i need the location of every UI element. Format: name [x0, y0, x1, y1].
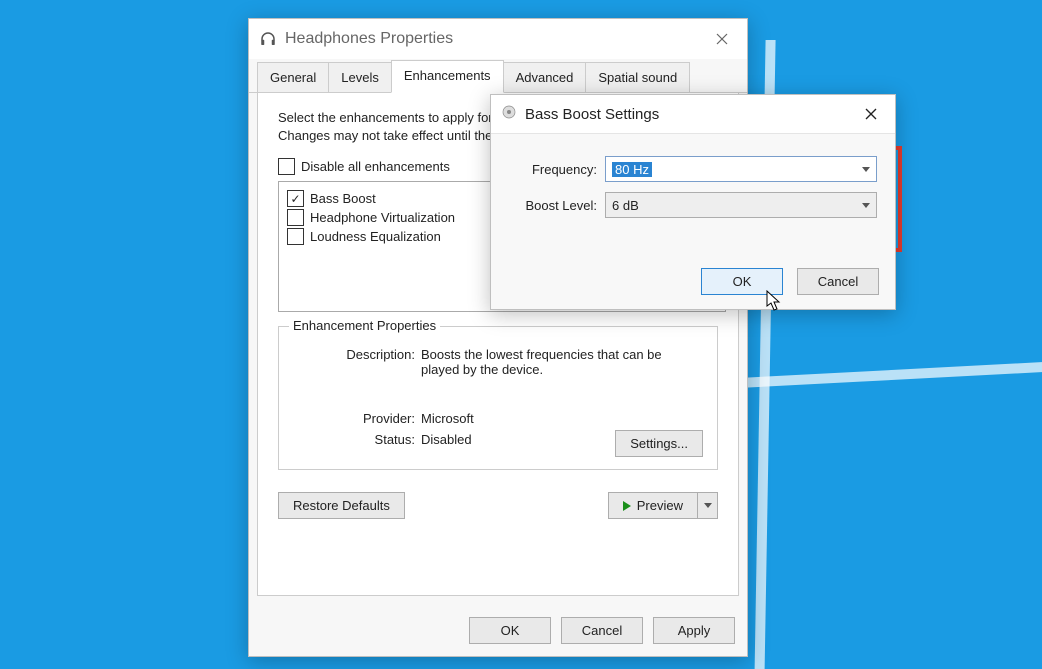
- preview-label: Preview: [637, 498, 683, 513]
- boost-level-value: 6 dB: [612, 198, 639, 213]
- preview-dropdown-button[interactable]: [698, 492, 718, 519]
- tab-spatial-sound[interactable]: Spatial sound: [585, 62, 690, 92]
- tab-enhancements[interactable]: Enhancements: [391, 60, 504, 93]
- apply-button[interactable]: Apply: [653, 617, 735, 644]
- disable-all-label: Disable all enhancements: [301, 159, 450, 174]
- disable-all-checkbox[interactable]: [278, 158, 295, 175]
- window-title: Headphones Properties: [285, 30, 703, 48]
- headphones-icon: [259, 30, 277, 48]
- description-label: Description:: [295, 347, 421, 377]
- frequency-row: Frequency: 80 Hz: [509, 156, 877, 182]
- preview-button-group: Preview: [608, 492, 718, 519]
- dialog-buttons: OK Cancel Apply: [469, 617, 735, 644]
- chevron-down-icon: [704, 503, 712, 508]
- enhancement-label: Loudness Equalization: [310, 229, 441, 244]
- boost-level-row: Boost Level: 6 dB: [509, 192, 877, 218]
- tab-advanced[interactable]: Advanced: [503, 62, 587, 92]
- provider-value: Microsoft: [421, 411, 701, 426]
- close-icon: [865, 108, 877, 120]
- bass-boost-settings-dialog: Bass Boost Settings Frequency: 80 Hz Boo…: [490, 94, 896, 310]
- description-value: Boosts the lowest frequencies that can b…: [421, 347, 701, 377]
- close-icon: [716, 33, 728, 45]
- status-label: Status:: [295, 432, 421, 447]
- frequency-label: Frequency:: [509, 162, 605, 177]
- dialog-buttons: OK Cancel: [701, 268, 879, 295]
- restore-defaults-button[interactable]: Restore Defaults: [278, 492, 405, 519]
- close-button[interactable]: [851, 99, 891, 129]
- chevron-down-icon: [862, 203, 870, 208]
- cancel-button[interactable]: Cancel: [797, 268, 879, 295]
- ok-button[interactable]: OK: [469, 617, 551, 644]
- enhancement-properties-group: Enhancement Properties Description: Boos…: [278, 326, 718, 470]
- boost-level-combobox[interactable]: 6 dB: [605, 192, 877, 218]
- checkbox-loudness-equalization[interactable]: [287, 228, 304, 245]
- tab-levels[interactable]: Levels: [328, 62, 392, 92]
- group-legend: Enhancement Properties: [289, 318, 440, 333]
- frequency-value: 80 Hz: [612, 162, 652, 177]
- play-icon: [623, 501, 631, 511]
- tab-strip: General Levels Enhancements Advanced Spa…: [249, 59, 747, 93]
- speaker-icon: [501, 104, 517, 124]
- settings-button[interactable]: Settings...: [615, 430, 703, 457]
- close-button[interactable]: [703, 24, 741, 54]
- checkbox-headphone-virtualization[interactable]: [287, 209, 304, 226]
- enhancement-label: Bass Boost: [310, 191, 376, 206]
- titlebar[interactable]: Bass Boost Settings: [491, 95, 895, 134]
- cancel-button[interactable]: Cancel: [561, 617, 643, 644]
- ok-button[interactable]: OK: [701, 268, 783, 295]
- checkbox-bass-boost[interactable]: [287, 190, 304, 207]
- provider-label: Provider:: [295, 411, 421, 426]
- frequency-combobox[interactable]: 80 Hz: [605, 156, 877, 182]
- preview-button[interactable]: Preview: [608, 492, 698, 519]
- titlebar[interactable]: Headphones Properties: [249, 19, 747, 59]
- form-area: Frequency: 80 Hz Boost Level: 6 dB: [491, 134, 895, 218]
- tab-general[interactable]: General: [257, 62, 329, 92]
- enhancement-label: Headphone Virtualization: [310, 210, 455, 225]
- chevron-down-icon: [862, 167, 870, 172]
- dialog-title: Bass Boost Settings: [525, 106, 851, 123]
- boost-level-label: Boost Level:: [509, 198, 605, 213]
